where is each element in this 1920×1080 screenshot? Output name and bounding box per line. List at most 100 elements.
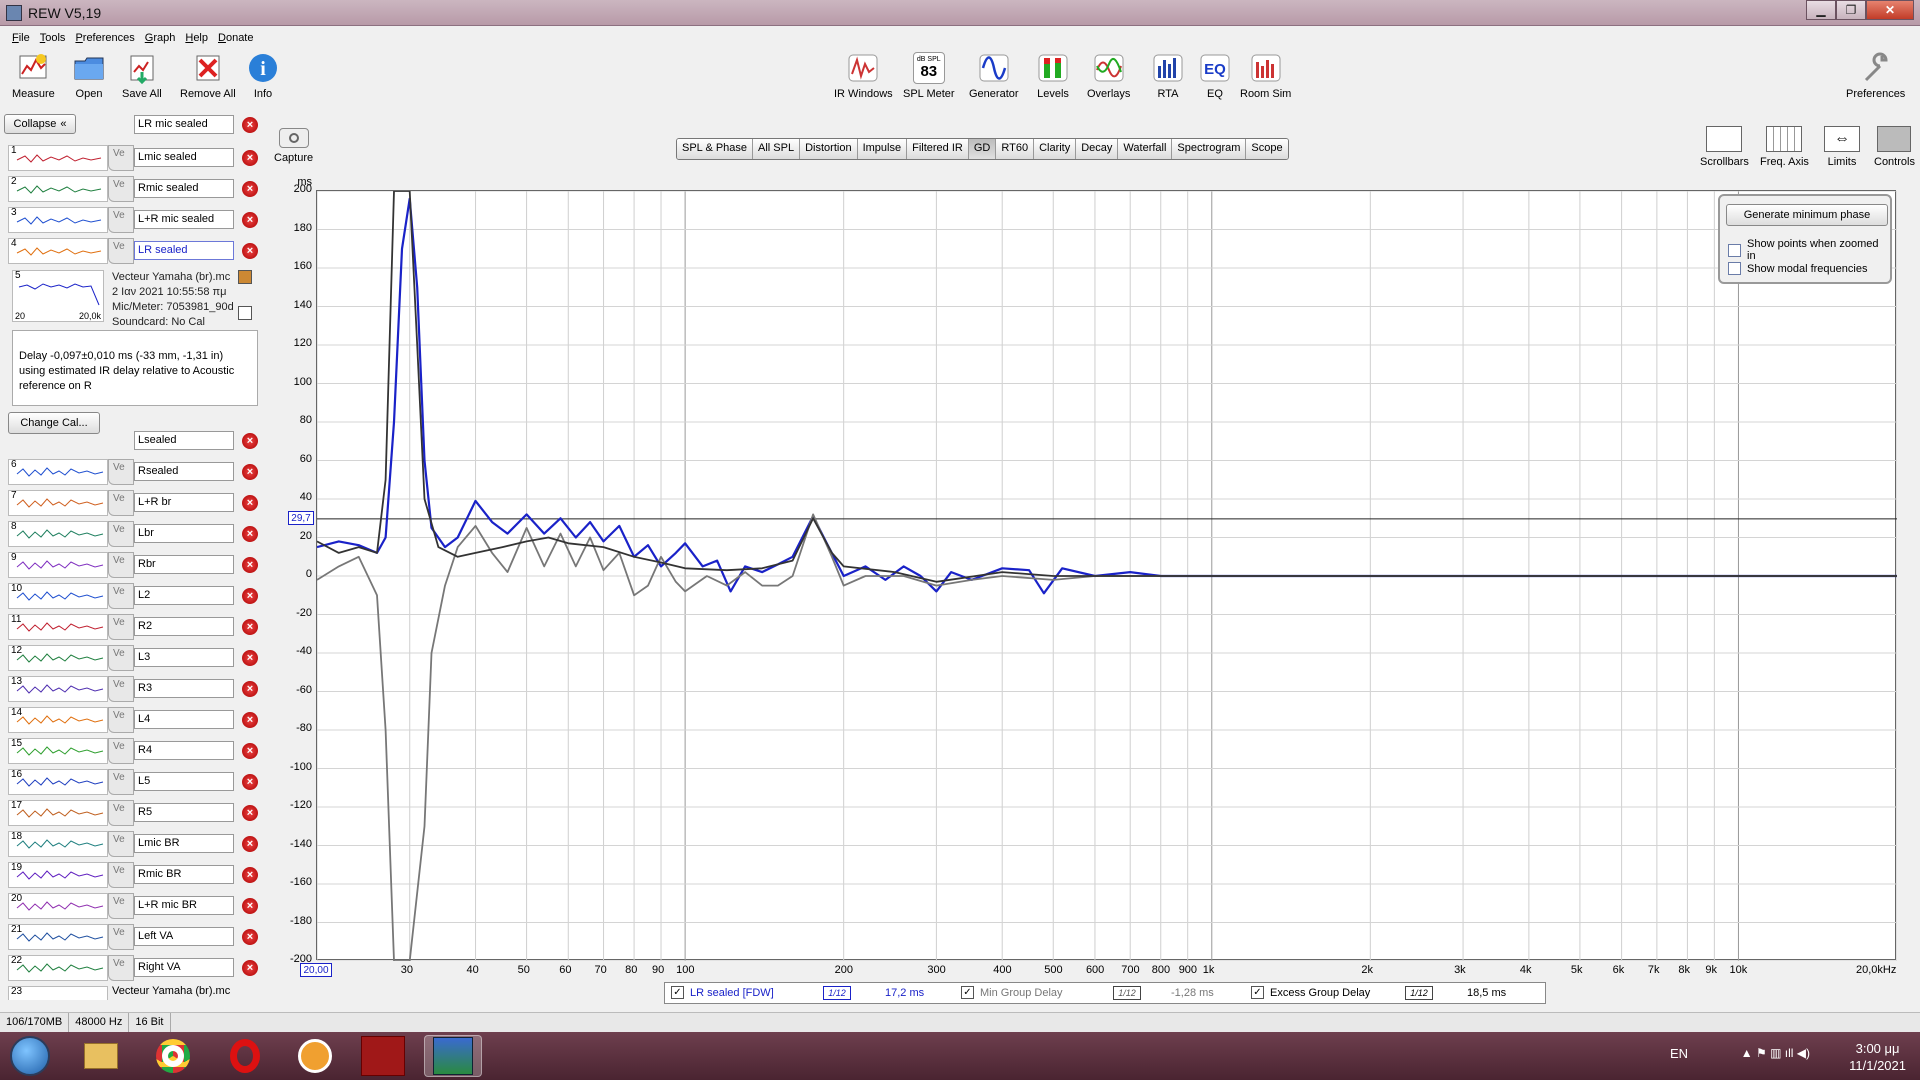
- delete-icon[interactable]: ×: [242, 588, 258, 604]
- tab-gd[interactable]: GD: [968, 139, 997, 159]
- measurement-tab[interactable]: Ve: [108, 831, 134, 857]
- legend-checkbox[interactable]: ✓: [1251, 986, 1264, 999]
- measurement-name-field[interactable]: R2: [134, 617, 234, 636]
- smoothing-selector[interactable]: 1/12: [823, 986, 851, 1000]
- measurement-tab[interactable]: Ve: [108, 800, 134, 826]
- delete-icon[interactable]: ×: [242, 712, 258, 728]
- tab-filtered-ir[interactable]: Filtered IR: [907, 139, 969, 159]
- legend-checkbox[interactable]: ✓: [961, 986, 974, 999]
- scrollbars-button[interactable]: Scrollbars: [1700, 126, 1749, 168]
- measurement-row[interactable]: 1 Ve Lmic sealed ×: [4, 143, 262, 172]
- measurement-thumbnail[interactable]: 22: [8, 955, 108, 981]
- measurement-thumbnail[interactable]: 14: [8, 707, 108, 733]
- measurement-row[interactable]: 4 Ve LR sealed ×: [4, 236, 262, 265]
- delete-icon[interactable]: ×: [242, 805, 258, 821]
- menu-tools[interactable]: Tools: [38, 32, 68, 44]
- red-app-icon[interactable]: [354, 1035, 412, 1077]
- delete-icon[interactable]: ×: [242, 464, 258, 480]
- measurement-row[interactable]: 19 Ve Rmic BR ×: [4, 860, 262, 889]
- tab-spl-phase[interactable]: SPL & Phase: [677, 139, 754, 159]
- measurement-row[interactable]: LR mic sealed ×: [4, 110, 262, 139]
- show-modal-checkbox[interactable]: [1728, 262, 1741, 275]
- measurement-name-field[interactable]: L+R mic sealed: [134, 210, 234, 229]
- measurement-row[interactable]: 2 Ve Rmic sealed ×: [4, 174, 262, 203]
- measurement-thumbnail[interactable]: 6: [8, 459, 108, 485]
- show-modal-option[interactable]: Show modal frequencies: [1728, 262, 1867, 275]
- cal-icon[interactable]: [238, 306, 252, 320]
- measurement-name-field[interactable]: L2: [134, 586, 234, 605]
- info-button[interactable]: i Info: [247, 52, 279, 100]
- eq-button[interactable]: EQ EQ: [1199, 52, 1231, 100]
- x-start-readout[interactable]: 20,00: [300, 963, 332, 977]
- delete-icon[interactable]: ×: [242, 774, 258, 790]
- menu-file[interactable]: File: [10, 32, 32, 44]
- measurement-name-field[interactable]: L5: [134, 772, 234, 791]
- measurement-row[interactable]: 17 Ve R5 ×: [4, 798, 262, 827]
- tab-impulse[interactable]: Impulse: [857, 139, 908, 159]
- smoothing-selector[interactable]: 1/12: [1113, 986, 1141, 1000]
- delete-icon[interactable]: ×: [242, 526, 258, 542]
- delete-icon[interactable]: ×: [242, 743, 258, 759]
- measurement-thumbnail[interactable]: 10: [8, 583, 108, 609]
- start-button[interactable]: [10, 1036, 50, 1076]
- generator-button[interactable]: Generator: [969, 52, 1019, 100]
- minimize-button[interactable]: ▁: [1806, 0, 1836, 20]
- measurement-name-field[interactable]: L+R mic BR: [134, 896, 234, 915]
- group-delay-chart[interactable]: [316, 190, 1898, 962]
- measurement-tab[interactable]: Ve: [108, 207, 134, 233]
- levels-button[interactable]: Levels: [1037, 52, 1069, 100]
- measurement-name-field[interactable]: R5: [134, 803, 234, 822]
- delete-icon[interactable]: ×: [242, 619, 258, 635]
- delete-icon[interactable]: ×: [242, 898, 258, 914]
- measurement-tab[interactable]: Ve: [108, 521, 134, 547]
- delete-icon[interactable]: ×: [242, 557, 258, 573]
- delete-icon[interactable]: ×: [242, 960, 258, 976]
- shield-app-icon[interactable]: [286, 1035, 344, 1077]
- measurement-tab[interactable]: Ve: [108, 176, 134, 202]
- measurement-tab[interactable]: Ve: [108, 552, 134, 578]
- open-button[interactable]: Open: [73, 52, 105, 100]
- ir-windows-button[interactable]: IR Windows: [834, 52, 893, 100]
- measurement-row[interactable]: 7 Ve L+R br ×: [4, 488, 262, 517]
- measurement-row[interactable]: 13 Ve R3 ×: [4, 674, 262, 703]
- measurement-tab[interactable]: Ve: [108, 614, 134, 640]
- tab-distortion[interactable]: Distortion: [800, 139, 858, 159]
- measurement-thumbnail[interactable]: 23: [8, 986, 108, 1000]
- delete-icon[interactable]: ×: [242, 681, 258, 697]
- measurement-name-field[interactable]: R4: [134, 741, 234, 760]
- measurement-row[interactable]: 18 Ve Lmic BR ×: [4, 829, 262, 858]
- overlays-button[interactable]: Overlays: [1087, 52, 1130, 100]
- save-all-button[interactable]: Save All: [122, 52, 162, 100]
- measurement-tab[interactable]: Ve: [108, 955, 134, 981]
- delete-icon[interactable]: ×: [242, 433, 258, 449]
- close-button[interactable]: ✕: [1866, 0, 1914, 20]
- limits-button[interactable]: ⇔ Limits: [1824, 126, 1860, 168]
- menu-donate[interactable]: Donate: [216, 32, 255, 44]
- measurement-name-field[interactable]: Lmic BR: [134, 834, 234, 853]
- measurement-tab[interactable]: Ve: [108, 738, 134, 764]
- measurement-name-field[interactable]: R3: [134, 679, 234, 698]
- tab-all-spl[interactable]: All SPL: [753, 139, 801, 159]
- measurement-name-field[interactable]: Lbr: [134, 524, 234, 543]
- legend-item-excess-gd[interactable]: ✓ Excess Group Delay: [1251, 986, 1370, 999]
- measurement-name-field[interactable]: Left VA: [134, 927, 234, 946]
- chrome-icon[interactable]: [144, 1035, 202, 1077]
- measurement-row[interactable]: 21 Ve Left VA ×: [4, 922, 262, 951]
- measurement-tab[interactable]: Ve: [108, 924, 134, 950]
- measurement-name-field[interactable]: Rmic sealed: [134, 179, 234, 198]
- measurement-row[interactable]: Lsealed ×: [4, 426, 262, 455]
- legend-item-min-gd[interactable]: ✓ Min Group Delay: [961, 986, 1063, 999]
- delete-icon[interactable]: ×: [242, 650, 258, 666]
- measurement-tab[interactable]: Ve: [108, 459, 134, 485]
- measurement-tab[interactable]: Ve: [108, 145, 134, 171]
- measurement-thumbnail[interactable]: 18: [8, 831, 108, 857]
- measurement-thumbnail[interactable]: 12: [8, 645, 108, 671]
- measurement-thumbnail[interactable]: 7: [8, 490, 108, 516]
- measurement-thumbnail[interactable]: 16: [8, 769, 108, 795]
- delete-icon[interactable]: ×: [242, 929, 258, 945]
- measurement-row[interactable]: 23 Vecteur Yamaha (br).mc3 Ιαν 2021 3:04:…: [4, 984, 262, 1000]
- measurement-thumbnail[interactable]: 1: [8, 145, 108, 171]
- delete-icon[interactable]: ×: [242, 495, 258, 511]
- measurement-row[interactable]: 6 Ve Rsealed ×: [4, 457, 262, 486]
- delete-icon[interactable]: ×: [242, 212, 258, 228]
